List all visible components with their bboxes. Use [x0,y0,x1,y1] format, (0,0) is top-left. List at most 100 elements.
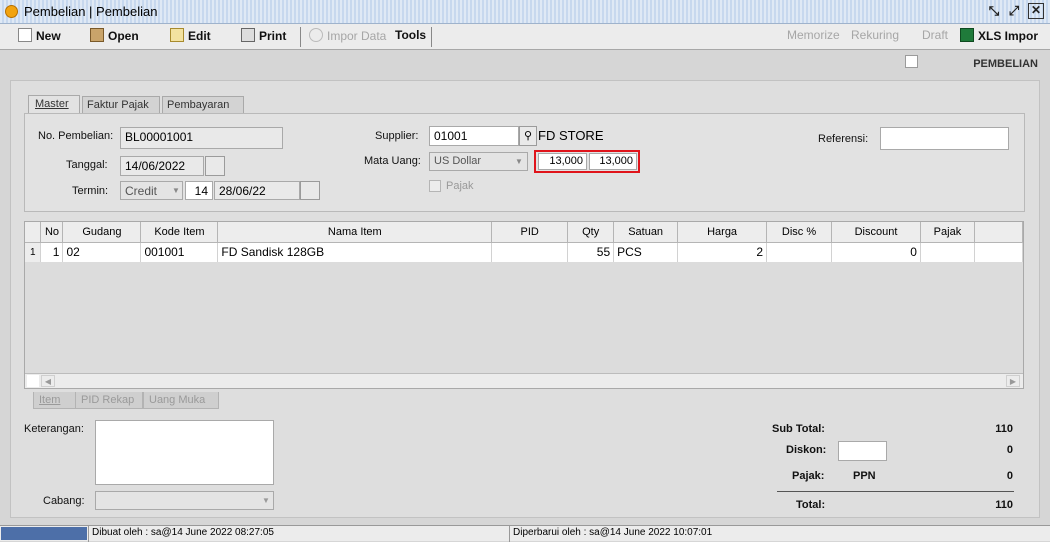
no-pembelian-field[interactable]: BL00001001 [120,127,283,149]
column-header-gudang[interactable]: Gudang [62,222,142,243]
created-by-text: Dibuat oleh : sa@14 June 2022 08:27:05 [92,527,274,538]
column-header-satuan[interactable]: Satuan [613,222,679,243]
chevron-down-icon: ▼ [262,496,270,505]
termin-date-field[interactable]: 28/06/22 [214,181,300,200]
cell-qty[interactable]: 55 [567,242,615,262]
cell-satuan[interactable]: PCS [613,242,679,262]
total-divider [777,491,1014,492]
memorize-button[interactable]: Memorize [787,28,840,46]
tab-master[interactable]: Master [28,95,80,113]
status-indicator [1,527,87,540]
status-divider [88,526,89,542]
pajak-checkbox[interactable] [429,180,441,192]
column-header-qty[interactable]: Qty [567,222,615,243]
referensi-field[interactable] [880,127,1009,150]
new-file-icon [18,28,32,42]
referensi-label: Referensi: [818,133,869,145]
cell-pid[interactable] [491,242,569,262]
cell-nama-item[interactable]: FD Sandisk 128GB [217,242,493,262]
page-heading: PEMBELIAN [973,58,1038,70]
cell-pajak[interactable] [920,242,975,262]
column-header-disc-pct[interactable]: Disc % [766,222,832,243]
print-button[interactable]: Print [241,28,286,46]
chevron-down-icon: ▼ [172,186,180,195]
cell-gudang[interactable]: 02 [62,242,142,262]
column-header-kode-item[interactable]: Kode Item [140,222,219,243]
draft-checkbox[interactable] [905,55,918,68]
rekuring-button[interactable]: Rekuring [851,28,899,46]
toolbar-divider [300,27,301,47]
pajak-checkbox-label: Pajak [446,180,474,192]
search-icon[interactable]: ⚲ [519,126,537,146]
total-value: 110 [995,499,1013,511]
kurs-field-1[interactable]: 13,000 [538,153,587,170]
close-icon[interactable]: ✕ [1028,3,1044,19]
scroll-left-icon[interactable]: ◀ [41,375,55,387]
termin-label: Termin: [72,185,109,197]
diskon-field[interactable] [838,441,887,461]
column-header-harga[interactable]: Harga [677,222,768,243]
cell-discount[interactable]: 0 [831,242,921,262]
calendar-icon[interactable] [205,156,225,176]
items-grid: No Gudang Kode Item Nama Item PID Qty Sa… [24,221,1024,389]
restore-icon[interactable]: ⤡ [986,3,1002,19]
cell-kode-item[interactable]: 001001 [140,242,219,262]
impor-data-button[interactable]: Impor Data [309,28,386,46]
table-header-row: No Gudang Kode Item Nama Item PID Qty Sa… [25,222,1023,243]
import-icon [309,28,323,42]
status-bar: Dibuat oleh : sa@14 June 2022 08:27:05 D… [0,525,1050,542]
column-header-discount[interactable]: Discount [831,222,921,243]
cell-disc-pct[interactable] [766,242,832,262]
horizontal-scrollbar[interactable]: ◀ ▶ [25,373,1023,388]
calendar-icon[interactable] [300,181,320,200]
mata-uang-select[interactable]: US Dollar [429,152,528,171]
keterangan-label: Keterangan: [24,423,84,435]
draft-label: Draft [922,28,949,42]
tools-menu[interactable]: Tools [395,28,426,46]
column-header-pid[interactable]: PID [491,222,569,243]
xls-impor-label: XLS Impor [978,29,1039,43]
new-button[interactable]: New [18,28,61,46]
column-header-no[interactable]: No [40,222,64,243]
maximize-icon[interactable]: ⤢ [1006,3,1022,19]
cell-filler [974,242,1023,262]
tanggal-field[interactable]: 14/06/2022 [120,156,204,176]
cell-no[interactable]: 1 [40,242,64,262]
column-header-filler [974,222,1023,243]
row-number[interactable]: 1 [25,242,42,262]
cabang-label: Cabang: [43,495,85,507]
tab-uang-muka[interactable]: Uang Muka [143,392,219,409]
print-label: Print [259,29,287,43]
no-pembelian-label: No. Pembelian: [38,130,114,142]
open-folder-icon [90,28,104,42]
tanggal-label: Tanggal: [66,159,108,171]
edit-button[interactable]: Edit [170,28,211,46]
title-bar: Pembelian | Pembelian ⤡ ⤢ ✕ [0,0,1050,24]
total-label: Total: [796,499,826,511]
open-button[interactable]: Open [90,28,139,46]
column-header-nama-item[interactable]: Nama Item [217,222,493,243]
excel-icon [960,28,974,42]
termin-days-field[interactable]: 14 [185,181,213,200]
tab-pembayaran[interactable]: Pembayaran [162,96,244,113]
keterangan-textarea[interactable] [95,420,274,485]
supplier-code-field[interactable]: 01001 [429,126,519,146]
toolbar: New Open Edit Print Impor Data Tools Mem… [0,24,1050,68]
kurs-field-2[interactable]: 13,000 [589,153,637,170]
tab-pid-rekap[interactable]: PID Rekap [75,392,143,409]
cabang-select[interactable] [95,491,274,510]
tab-faktur-pajak[interactable]: Faktur Pajak [82,96,160,113]
table-row[interactable]: 1 1 02 001001 FD Sandisk 128GB 55 PCS 2 … [25,242,1023,262]
printer-icon [241,28,255,42]
open-label: Open [108,29,139,43]
edit-pencil-icon [170,28,184,42]
supplier-label: Supplier: [375,130,419,142]
tab-item[interactable]: Item [33,392,77,409]
diskon-value: 0 [1006,444,1013,456]
status-divider [509,526,510,542]
new-label: New [36,29,61,43]
column-header-pajak[interactable]: Pajak [920,222,975,243]
scroll-right-icon[interactable]: ▶ [1006,375,1020,387]
cell-harga[interactable]: 2 [677,242,768,262]
xls-impor-button[interactable]: XLS Impor [960,28,1038,46]
